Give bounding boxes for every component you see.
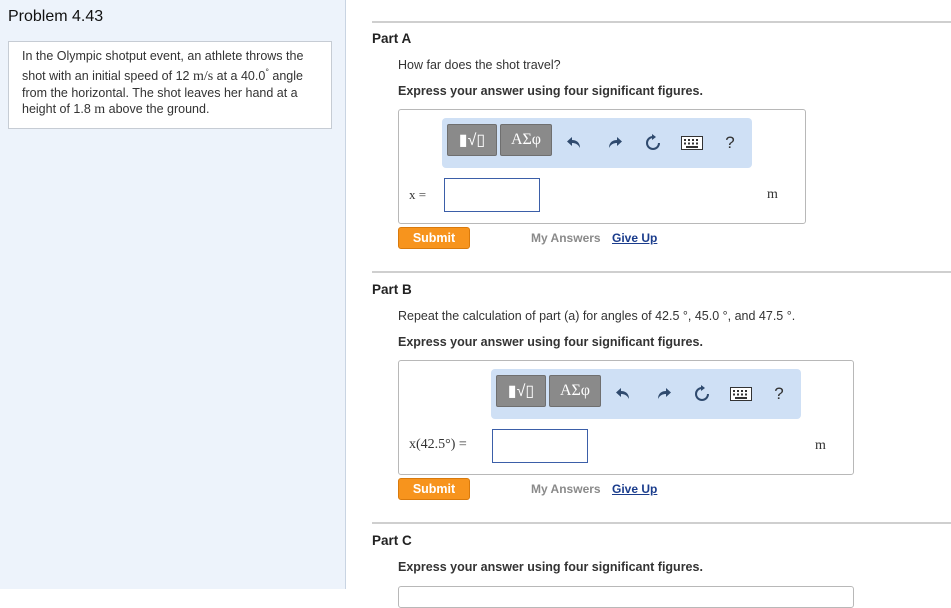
templates-button[interactable]: ▮√▯	[496, 375, 546, 407]
part-divider	[372, 522, 951, 524]
help-icon[interactable]: ?	[719, 132, 741, 154]
symbols-button[interactable]: ΑΣφ	[500, 124, 552, 156]
part-a-unit: m	[767, 187, 778, 202]
part-b-question: Repeat the calculation of part (a) for a…	[398, 309, 796, 323]
reset-icon[interactable]	[691, 383, 713, 405]
part-b-answer-box: ▮√▯ ΑΣφ ? x(42.5°) = m	[398, 360, 854, 475]
part-c-title[interactable]: Part C	[372, 533, 412, 548]
part-b-give-up-link[interactable]: Give Up	[612, 482, 657, 496]
templates-button[interactable]: ▮√▯	[447, 124, 497, 156]
part-a-title[interactable]: Part A	[372, 31, 411, 46]
symbols-button[interactable]: ΑΣφ	[549, 375, 601, 407]
part-a-answer-box: ▮√▯ ΑΣφ ? x = m	[398, 109, 806, 224]
part-divider	[372, 271, 951, 273]
part-b-my-answers-link[interactable]: My Answers	[531, 482, 601, 496]
redo-icon[interactable]	[603, 132, 625, 154]
height-unit: m	[94, 102, 106, 118]
part-a-variable-label: x =	[409, 187, 427, 202]
redo-icon[interactable]	[652, 383, 674, 405]
part-b-answer-input[interactable]	[492, 429, 588, 463]
help-label: ?	[725, 133, 735, 152]
templates-icon: ▮√▯	[507, 383, 535, 400]
help-icon[interactable]: ?	[768, 383, 790, 405]
part-a-submit-button[interactable]: Submit	[398, 227, 470, 249]
part-a-my-answers-link[interactable]: My Answers	[531, 231, 601, 245]
problem-title: Problem 4.43	[8, 8, 104, 25]
part-b-unit: m	[815, 438, 826, 453]
problem-text: at a 40.0	[213, 69, 266, 84]
part-c-answer-box	[398, 586, 854, 608]
part-b-instruction: Express your answer using four significa…	[398, 335, 703, 349]
problem-statement: In the Olympic shotput event, an athlete…	[8, 41, 332, 129]
part-a-instruction: Express your answer using four significa…	[398, 84, 703, 98]
reset-icon[interactable]	[642, 132, 664, 154]
problem-pane: Problem 4.43 In the Olympic shotput even…	[0, 0, 346, 589]
part-c-instruction: Express your answer using four significa…	[398, 560, 703, 574]
help-label: ?	[774, 384, 784, 403]
symbols-label: ΑΣφ	[510, 131, 542, 148]
speed-unit: m/s	[192, 69, 214, 85]
part-b-variable-label: x(42.5°) =	[409, 437, 467, 452]
templates-icon: ▮√▯	[458, 132, 486, 149]
part-a-answer-input[interactable]	[444, 178, 540, 212]
part-divider	[372, 21, 951, 23]
keyboard-icon[interactable]	[729, 383, 753, 405]
undo-icon[interactable]	[613, 383, 635, 405]
problem-text: above the ground.	[105, 102, 210, 117]
math-toolbar: ▮√▯ ΑΣφ ?	[491, 369, 801, 419]
part-b-title[interactable]: Part B	[372, 282, 412, 297]
symbols-label: ΑΣφ	[559, 382, 591, 399]
part-a-give-up-link[interactable]: Give Up	[612, 231, 657, 245]
part-b-submit-button[interactable]: Submit	[398, 478, 470, 500]
keyboard-icon[interactable]	[680, 132, 704, 154]
math-toolbar: ▮√▯ ΑΣφ ?	[442, 118, 752, 168]
undo-icon[interactable]	[564, 132, 586, 154]
part-a-question: How far does the shot travel?	[398, 58, 561, 72]
